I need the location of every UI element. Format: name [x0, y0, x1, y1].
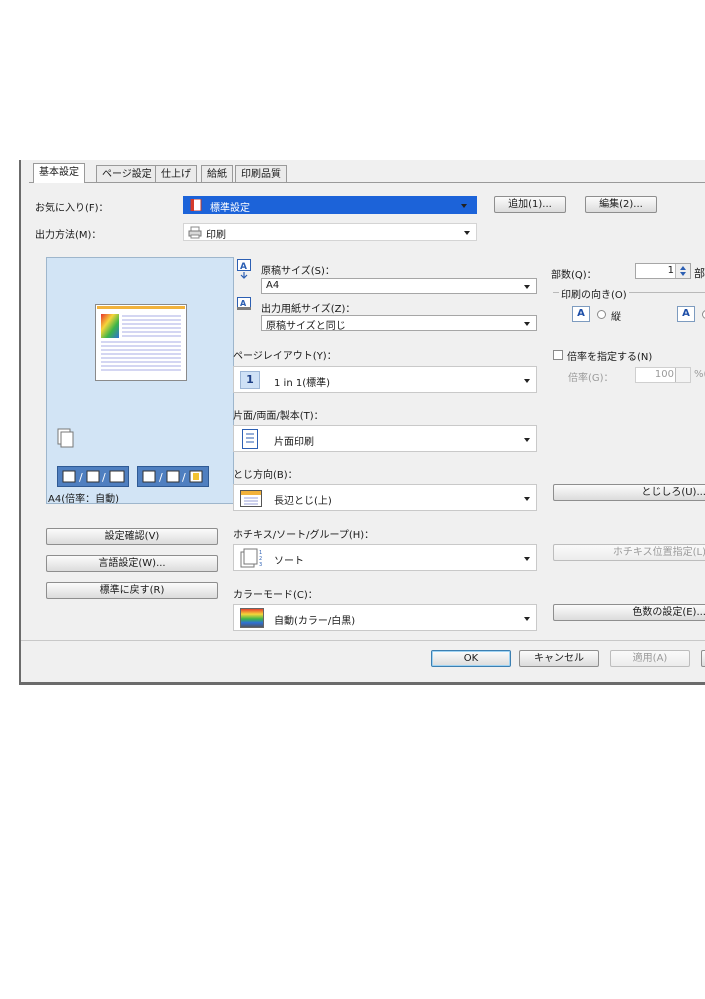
edit-favorite-button[interactable]: 編集(2)...: [585, 196, 657, 213]
page-layout-select[interactable]: 1 1 in 1(標準): [233, 366, 537, 393]
long-edge-binding-icon: [240, 490, 262, 507]
original-size-value: A4: [266, 280, 280, 291]
svg-text:A: A: [240, 299, 247, 308]
original-size-select[interactable]: A4: [261, 278, 537, 294]
duplex-value: 片面印刷: [274, 437, 314, 448]
scale-stepper[interactable]: 100: [635, 367, 691, 383]
duplex-label: 片面/両面/製本(T)：: [233, 411, 324, 422]
auto-color-icon: [240, 608, 264, 628]
output-method-value: 印刷: [206, 230, 226, 241]
output-paper-size-value: 原稿サイズと同じ: [266, 321, 346, 332]
tab-page[interactable]: ページ設定: [96, 165, 158, 182]
tab-finishing[interactable]: 仕上げ: [155, 165, 197, 182]
print-settings-dialog: 基本設定 ページ設定 仕上げ 給紙 印刷品質 お気に入り(F)： 標準設定 追加…: [19, 160, 705, 685]
tab-divider: [29, 182, 705, 183]
scale-unit: %(: [694, 369, 705, 380]
original-size-icon: A: [237, 259, 251, 279]
svg-text:/: /: [79, 471, 83, 484]
favorites-label: お気に入り(F)：: [35, 203, 109, 214]
staple-sort-label: ホチキス/ソート/グループ(H)：: [233, 530, 375, 541]
preview-caption: A4(倍率：自動): [48, 494, 120, 505]
color-mode-label: カラーモード(C)：: [233, 590, 318, 601]
apply-button[interactable]: 適用(A): [610, 650, 690, 667]
language-settings-button[interactable]: 言語設定(W)...: [46, 555, 218, 572]
scale-checkbox[interactable]: [553, 350, 563, 360]
single-sided-icon: [242, 429, 258, 449]
staple-sort-value: ソート: [274, 556, 304, 567]
color-mode-select[interactable]: 自動(カラー/白黒): [233, 604, 537, 631]
margin-button[interactable]: とじしろ(U)...: [553, 484, 705, 501]
help-button[interactable]: [701, 650, 705, 667]
copies-value: 1: [667, 265, 674, 276]
page-layout-value: 1 in 1(標準): [274, 378, 331, 389]
binding-direction-select[interactable]: 長辺とじ(上): [233, 484, 537, 511]
sort-icon: 123: [240, 548, 262, 568]
favorites-select[interactable]: 標準設定: [183, 196, 477, 214]
tab-print-quality[interactable]: 印刷品質: [235, 165, 287, 182]
copies-label: 部数(Q)：: [551, 270, 597, 281]
footer-divider: [21, 640, 705, 641]
tab-paper-feed[interactable]: 給紙: [201, 165, 233, 182]
color-count-button[interactable]: 色数の設定(E)...: [553, 604, 705, 621]
scale-label: 倍率(G)：: [568, 373, 614, 384]
color-mode-icons[interactable]: / /: [137, 466, 209, 487]
color-count-label: 色数の設定(E)...: [632, 607, 705, 618]
ok-button[interactable]: OK: [431, 650, 511, 667]
chevron-down-icon[interactable]: [461, 204, 467, 208]
staple-position-label: ホチキス位置指定(L): [612, 547, 705, 558]
output-paper-size-select[interactable]: 原稿サイズと同じ: [261, 315, 537, 332]
original-size-label: 原稿サイズ(S)：: [261, 266, 335, 277]
confirm-settings-button[interactable]: 設定確認(V): [46, 528, 218, 545]
output-method-label: 出力方法(M)：: [35, 230, 102, 241]
printer-icon: [188, 226, 202, 239]
scale-value: 100: [654, 369, 674, 380]
spin-updown-icon[interactable]: [675, 264, 690, 278]
scale-checkbox-label: 倍率を指定する(N): [567, 352, 653, 363]
binding-direction-value: 長辺とじ(上): [274, 496, 332, 507]
staple-sort-select[interactable]: 123 ソート: [233, 544, 537, 571]
favorites-icon: [190, 199, 202, 211]
page-preview: [95, 304, 187, 381]
output-method-select[interactable]: 印刷: [183, 223, 477, 241]
portrait-label: 縦: [611, 312, 621, 323]
cancel-button[interactable]: キャンセル: [519, 650, 599, 667]
duplex-select[interactable]: 片面印刷: [233, 425, 537, 452]
duplex-mode-icons[interactable]: / /: [57, 466, 129, 487]
color-mode-value: 自動(カラー/白黒): [274, 616, 356, 627]
restore-defaults-button[interactable]: 標準に戻す(R): [46, 582, 218, 599]
staple-position-button[interactable]: ホチキス位置指定(L): [553, 544, 705, 561]
svg-text:A: A: [240, 262, 247, 272]
tab-basic[interactable]: 基本設定: [33, 163, 85, 183]
svg-text:/: /: [159, 471, 163, 484]
portrait-radio[interactable]: [597, 310, 606, 319]
svg-text:3: 3: [259, 562, 262, 568]
svg-text:/: /: [102, 471, 106, 484]
favorites-value: 標準設定: [210, 203, 250, 214]
copies-stepper[interactable]: 1: [635, 263, 691, 279]
page-layout-icon: 1: [240, 371, 260, 389]
output-paper-icon: A: [237, 297, 251, 310]
output-paper-size-label: 出力用紙サイズ(Z)：: [261, 304, 356, 315]
spin-updown-icon[interactable]: [675, 368, 690, 382]
copies-stack-icon: [57, 428, 74, 448]
margin-button-label: とじしろ(U)...: [641, 487, 705, 498]
copies-unit: 部: [694, 267, 705, 280]
portrait-orientation-icon: A: [572, 306, 590, 322]
add-favorite-button[interactable]: 追加(1)...: [494, 196, 566, 213]
page-layout-label: ページレイアウト(Y)：: [233, 351, 337, 362]
binding-direction-label: とじ方向(B)：: [233, 470, 298, 481]
preview-panel: / / / / A4(倍率：自動): [46, 257, 234, 505]
landscape-orientation-icon: A: [677, 306, 695, 322]
orientation-label: 印刷の向き(O): [559, 286, 629, 301]
svg-text:/: /: [182, 471, 186, 484]
